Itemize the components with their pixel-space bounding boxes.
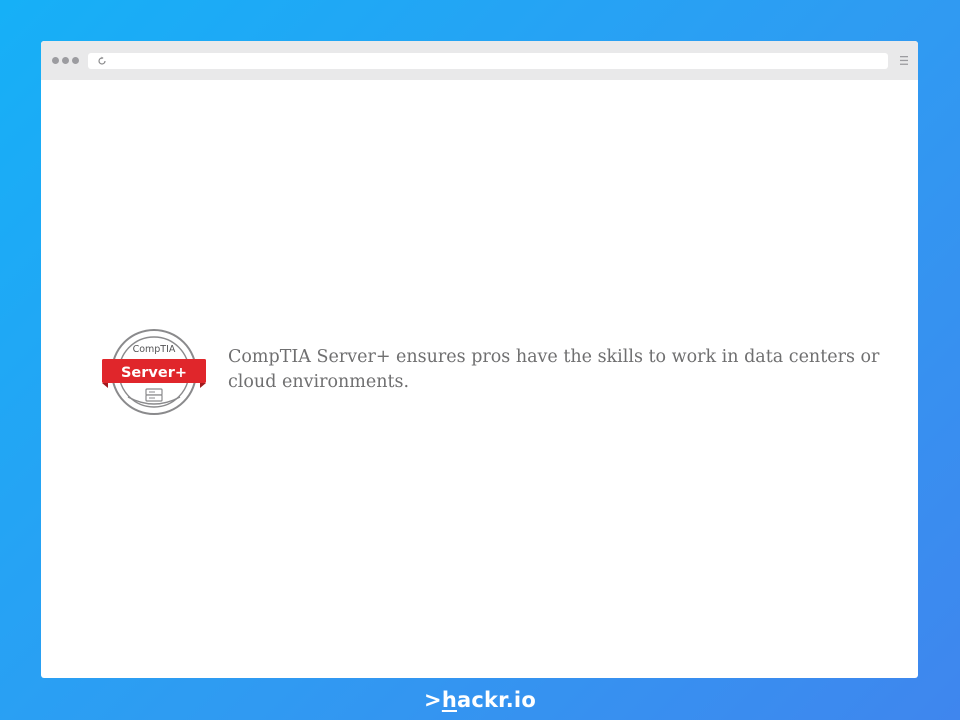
reload-icon[interactable] xyxy=(97,56,107,66)
server-icon xyxy=(145,388,163,402)
comptia-server-plus-badge: CompTIA Server+ xyxy=(102,329,206,415)
window-dot-icon[interactable] xyxy=(52,57,59,64)
browser-toolbar xyxy=(41,41,918,80)
certification-description: CompTIA Server+ ensures pros have the sk… xyxy=(228,347,880,392)
logo-prompt-glyph: > xyxy=(424,688,442,712)
window-dot-icon[interactable] xyxy=(72,57,79,64)
window-controls xyxy=(52,57,79,64)
hackr-io-logo: >hackr.io xyxy=(0,686,960,714)
logo-h-letter: h xyxy=(441,688,457,712)
badge-certification-text: Server+ xyxy=(121,365,187,381)
window-dot-icon[interactable] xyxy=(62,57,69,64)
address-bar[interactable] xyxy=(88,53,888,69)
hamburger-menu-icon[interactable] xyxy=(899,55,909,66)
badge-vendor-text: CompTIA xyxy=(133,344,176,355)
browser-window: CompTIA Server+ CompTIA Server+ ensures … xyxy=(41,41,918,678)
certification-row: CompTIA Server+ CompTIA Server+ ensures … xyxy=(99,327,888,417)
logo-rest-text: ackr.io xyxy=(457,688,536,712)
